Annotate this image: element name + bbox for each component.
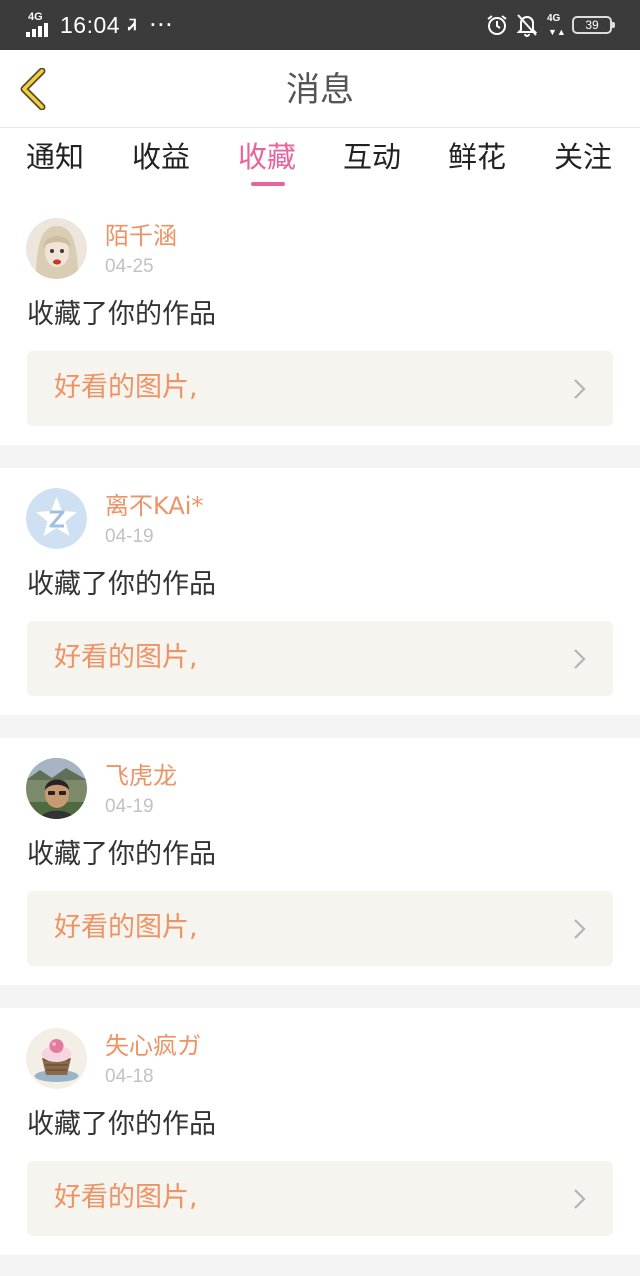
status-time: 16:04 — [60, 11, 121, 38]
notification-card: 失心疯ガ 04-18 收藏了你的作品 好看的图片, — [0, 1008, 640, 1255]
avatar-man-icon[interactable] — [26, 758, 87, 819]
notification-card: 离不KAi* 04-19 收藏了你的作品 好看的图片, — [0, 468, 640, 715]
qzone-default-avatar-icon[interactable] — [26, 488, 87, 549]
nav-bar: 消息 — [0, 50, 640, 128]
username[interactable]: 离不KAi* — [105, 492, 203, 520]
cellular-signal-icon: 4G — [26, 11, 56, 39]
battery-icon: 39 — [572, 16, 615, 34]
status-bar: 4G 16:04 Ꮨ ··· 4G ▼▲ 39 — [0, 0, 640, 50]
work-link[interactable]: 好看的图片, — [27, 351, 613, 426]
tab-earnings[interactable]: 收益 — [132, 138, 190, 176]
tab-flowers[interactable]: 鲜花 — [448, 138, 506, 176]
chevron-right-icon — [574, 649, 586, 669]
chevron-right-icon — [574, 379, 586, 399]
more-notifications-icon: ··· — [150, 14, 175, 35]
tab-notifications[interactable]: 通知 — [26, 138, 84, 176]
username[interactable]: 飞虎龙 — [105, 762, 177, 790]
page-title: 消息 — [286, 70, 354, 110]
avatar-girl-icon[interactable] — [26, 218, 87, 279]
username[interactable]: 陌千涵 — [105, 222, 177, 250]
work-title: 好看的图片, — [54, 912, 198, 943]
notification-action: 收藏了你的作品 — [27, 839, 216, 870]
chevron-right-icon — [574, 919, 586, 939]
tab-follows[interactable]: 关注 — [554, 138, 612, 176]
notification-date: 04-19 — [105, 796, 154, 817]
chevron-right-icon — [574, 1189, 586, 1209]
notification-action: 收藏了你的作品 — [27, 569, 216, 600]
notification-date: 04-19 — [105, 526, 154, 547]
username[interactable]: 失心疯ガ — [105, 1032, 201, 1060]
notification-app-icon: Ꮨ — [128, 16, 137, 34]
work-link[interactable]: 好看的图片, — [27, 621, 613, 696]
battery-level: 39 — [585, 18, 599, 32]
active-tab-indicator — [251, 182, 285, 186]
mute-notification-icon — [516, 14, 538, 37]
work-link[interactable]: 好看的图片, — [27, 1161, 613, 1236]
mobile-data-icon: 4G ▼▲ — [547, 13, 566, 37]
tab-favorites[interactable]: 收藏 — [238, 138, 296, 176]
tab-interactions[interactable]: 互动 — [343, 138, 401, 176]
work-title: 好看的图片, — [54, 372, 198, 403]
avatar-cupcake-icon[interactable] — [26, 1028, 87, 1089]
tab-bar: 通知 收益 收藏 互动 鲜花 关注 — [0, 128, 640, 198]
notification-action: 收藏了你的作品 — [27, 299, 216, 330]
work-link[interactable]: 好看的图片, — [27, 891, 613, 966]
notification-card: 飞虎龙 04-19 收藏了你的作品 好看的图片, — [0, 738, 640, 985]
notification-card: 陌千涵 04-25 收藏了你的作品 好看的图片, — [0, 198, 640, 445]
notification-date: 04-25 — [105, 256, 154, 277]
work-title: 好看的图片, — [54, 1182, 198, 1213]
notification-action: 收藏了你的作品 — [27, 1109, 216, 1140]
notification-date: 04-18 — [105, 1066, 154, 1087]
work-title: 好看的图片, — [54, 642, 198, 673]
alarm-icon — [487, 15, 507, 35]
